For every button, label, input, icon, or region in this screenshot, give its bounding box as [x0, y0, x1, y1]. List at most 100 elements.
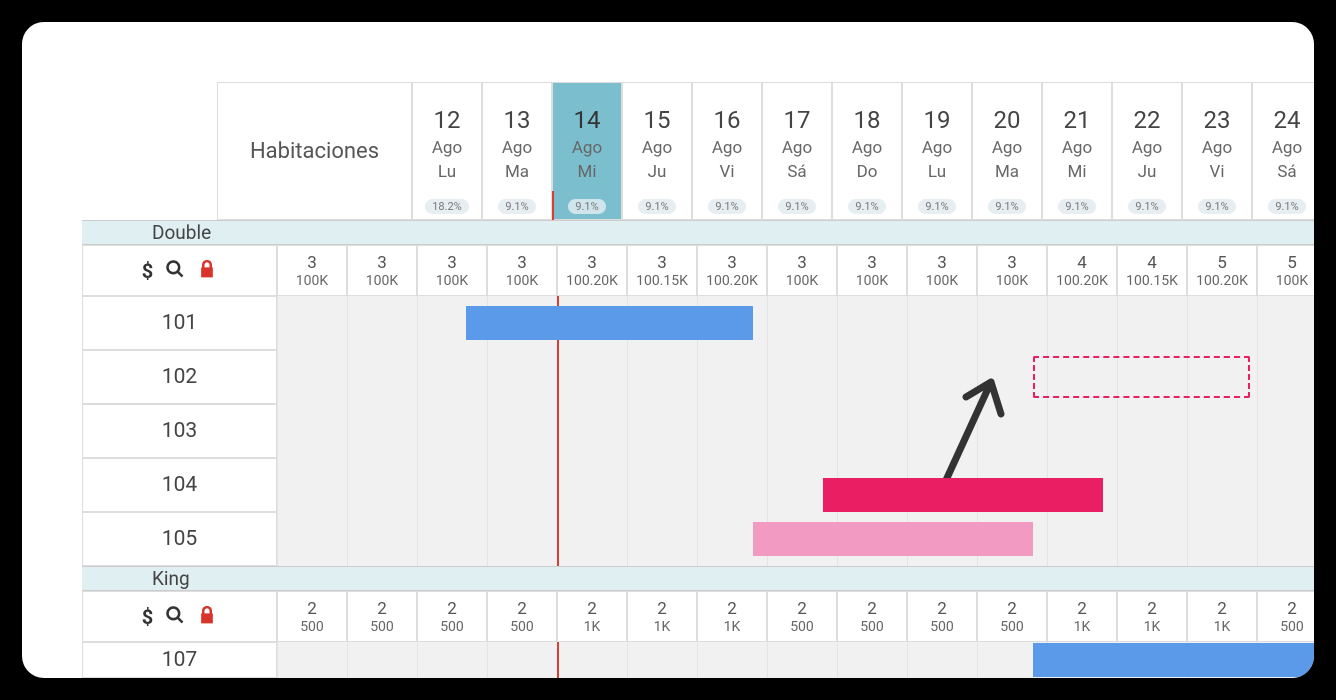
- rate-cell[interactable]: 2500: [1257, 591, 1314, 642]
- date-day: 20: [994, 106, 1021, 134]
- rate-cell[interactable]: 5100K: [1257, 245, 1314, 296]
- availability-count: 2: [937, 599, 947, 619]
- date-header-21[interactable]: 21AgoMi9.1%: [1042, 82, 1112, 220]
- rate-cell[interactable]: 21K: [1047, 591, 1117, 642]
- rate-cell[interactable]: 2500: [487, 591, 557, 642]
- rate-cell[interactable]: 2500: [837, 591, 907, 642]
- rate-price: 500: [510, 619, 534, 635]
- date-header-16[interactable]: 16AgoVi9.1%: [692, 82, 762, 220]
- date-header-13[interactable]: 13AgoMa9.1%: [482, 82, 552, 220]
- date-day: 19: [924, 106, 951, 134]
- date-month: Ago: [642, 138, 672, 158]
- date-header-24[interactable]: 24AgoSá9.1%: [1252, 82, 1314, 220]
- date-day: 12: [434, 106, 461, 134]
- rate-cell[interactable]: 3100.15K: [627, 245, 697, 296]
- availability-count: 3: [937, 253, 947, 273]
- date-weekday: Vi: [1210, 162, 1225, 182]
- timeline-103[interactable]: [277, 404, 1314, 458]
- rate-cell[interactable]: 3100K: [907, 245, 977, 296]
- search-icon[interactable]: [165, 605, 185, 629]
- rate-cell[interactable]: 3100K: [837, 245, 907, 296]
- timeline-102[interactable]: [277, 350, 1314, 404]
- column-header-rooms: Habitaciones: [217, 82, 412, 220]
- timeline-107[interactable]: [277, 642, 1314, 678]
- booking-bar[interactable]: [1033, 643, 1314, 677]
- rate-cell[interactable]: 2500: [417, 591, 487, 642]
- date-header-14[interactable]: 14AgoMi9.1%: [552, 82, 622, 220]
- availability-count: 2: [517, 599, 527, 619]
- availability-count: 2: [1147, 599, 1157, 619]
- timeline-104[interactable]: [277, 458, 1314, 512]
- date-header-15[interactable]: 15AgoJu9.1%: [622, 82, 692, 220]
- rate-cell[interactable]: 3100K: [977, 245, 1047, 296]
- date-header-23[interactable]: 23AgoVi9.1%: [1182, 82, 1252, 220]
- price-icon[interactable]: $: [142, 259, 153, 283]
- occupancy-badge: 9.1%: [918, 199, 955, 214]
- date-header-12[interactable]: 12AgoLu18.2%: [412, 82, 482, 220]
- rate-price: 1K: [584, 619, 601, 635]
- rate-price: 500: [300, 619, 324, 635]
- rate-cell[interactable]: 3100K: [277, 245, 347, 296]
- rate-cell[interactable]: 3100K: [347, 245, 417, 296]
- price-icon[interactable]: $: [142, 605, 153, 629]
- rate-cell[interactable]: 3100K: [767, 245, 837, 296]
- room-row-103[interactable]: 103: [82, 404, 1314, 458]
- booking-bar[interactable]: [753, 522, 1033, 556]
- room-number: 103: [82, 404, 277, 458]
- date-header-22[interactable]: 22AgoJu9.1%: [1112, 82, 1182, 220]
- rate-cell[interactable]: 21K: [627, 591, 697, 642]
- rate-cell[interactable]: 2500: [347, 591, 417, 642]
- room-row-105[interactable]: 105: [82, 512, 1314, 566]
- booking-bar[interactable]: [823, 478, 1103, 512]
- rate-cell[interactable]: 2500: [977, 591, 1047, 642]
- rate-cell[interactable]: 3100.20K: [697, 245, 767, 296]
- rate-cell[interactable]: 3100K: [417, 245, 487, 296]
- date-day: 18: [854, 106, 881, 134]
- occupancy-badge: 18.2%: [425, 199, 469, 214]
- rate-cell[interactable]: 21K: [557, 591, 627, 642]
- rate-cell[interactable]: 4100.20K: [1047, 245, 1117, 296]
- room-row-101[interactable]: 101: [82, 296, 1314, 350]
- room-row-104[interactable]: 104: [82, 458, 1314, 512]
- date-header-17[interactable]: 17AgoSá9.1%: [762, 82, 832, 220]
- booking-drop-target[interactable]: [1033, 356, 1250, 398]
- lock-icon[interactable]: [197, 605, 217, 629]
- category-row-double[interactable]: Double: [82, 220, 1314, 245]
- timeline-105[interactable]: [277, 512, 1314, 566]
- availability-count: 3: [307, 253, 317, 273]
- rate-cell[interactable]: 5100.20K: [1187, 245, 1257, 296]
- rate-price: 500: [440, 619, 464, 635]
- timeline-101[interactable]: [277, 296, 1314, 350]
- rate-price: 500: [370, 619, 394, 635]
- rate-price: 1K: [1144, 619, 1161, 635]
- rate-cell[interactable]: 3100.20K: [557, 245, 627, 296]
- date-weekday: Ju: [648, 162, 667, 182]
- date-header-18[interactable]: 18AgoDo9.1%: [832, 82, 902, 220]
- room-row-102[interactable]: 102: [82, 350, 1314, 404]
- rate-cell[interactable]: 21K: [1117, 591, 1187, 642]
- room-row-107[interactable]: 107: [82, 642, 1314, 678]
- rate-cell[interactable]: 3100K: [487, 245, 557, 296]
- date-header-19[interactable]: 19AgoLu9.1%: [902, 82, 972, 220]
- rate-price: 100.15K: [636, 273, 688, 289]
- category-row-king[interactable]: King: [82, 566, 1314, 591]
- rate-cell[interactable]: 21K: [1187, 591, 1257, 642]
- rate-cell[interactable]: 4100.15K: [1117, 245, 1187, 296]
- occupancy-badge: 9.1%: [638, 199, 675, 214]
- rate-price: 100.20K: [1196, 273, 1248, 289]
- rate-cell[interactable]: 2500: [907, 591, 977, 642]
- rate-cell[interactable]: 21K: [697, 591, 767, 642]
- lock-icon[interactable]: [197, 259, 217, 283]
- date-month: Ago: [502, 138, 532, 158]
- occupancy-badge: 9.1%: [708, 199, 745, 214]
- search-icon[interactable]: [165, 259, 185, 283]
- date-header-20[interactable]: 20AgoMa9.1%: [972, 82, 1042, 220]
- date-weekday: Lu: [928, 162, 946, 182]
- availability-count: 2: [797, 599, 807, 619]
- rate-cell[interactable]: 2500: [767, 591, 837, 642]
- date-weekday: Lu: [438, 162, 456, 182]
- date-month: Ago: [1062, 138, 1092, 158]
- rate-cell[interactable]: 2500: [277, 591, 347, 642]
- booking-bar[interactable]: [466, 306, 753, 340]
- rate-row-actions: $: [82, 245, 277, 296]
